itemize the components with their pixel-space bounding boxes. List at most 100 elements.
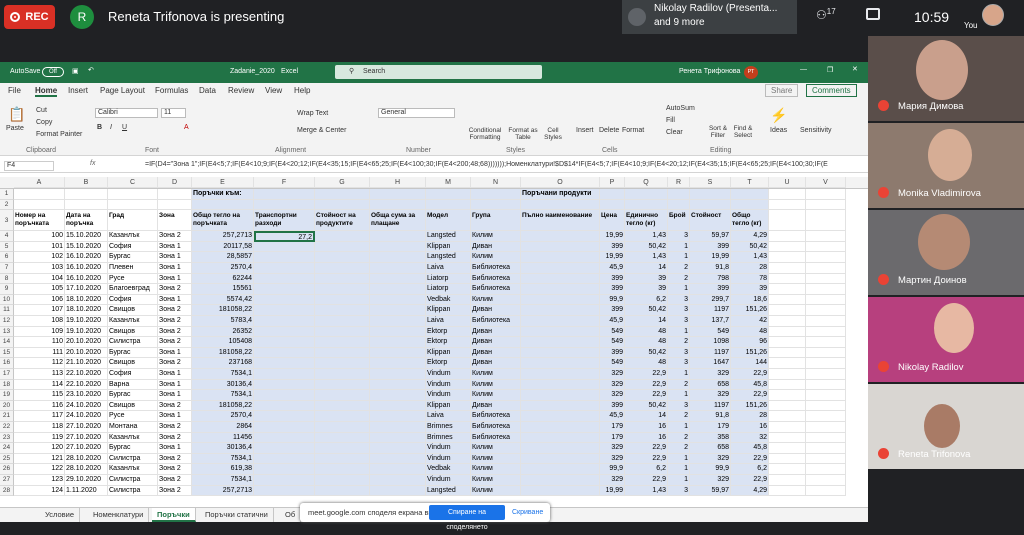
cell-s[interactable]: 798 xyxy=(690,273,731,285)
cell-h[interactable] xyxy=(370,231,426,242)
cell-n[interactable]: Диван xyxy=(471,358,521,369)
cell-g[interactable] xyxy=(315,305,370,316)
cell-b[interactable]: 18.10.2020 xyxy=(65,294,108,306)
column-header[interactable]: N xyxy=(471,177,521,188)
spreadsheet-grid[interactable]: 1 Поръчки към: Поръчани продукти 2 3 Номер на… xyxy=(0,189,868,507)
cell-r[interactable]: 2 xyxy=(668,379,690,391)
cell-a[interactable]: 114 xyxy=(14,379,65,391)
cell-d[interactable]: Зона 2 xyxy=(158,475,192,486)
cell-s[interactable]: 1098 xyxy=(690,337,731,348)
cell-f[interactable] xyxy=(254,189,315,200)
cell-e[interactable]: 7534,1 xyxy=(192,369,254,380)
italic-button[interactable]: I xyxy=(110,124,112,131)
cell-c[interactable]: Русе xyxy=(108,273,158,285)
save-icon[interactable]: ▣ xyxy=(72,67,79,75)
cell-t[interactable]: 50,42 xyxy=(731,241,769,253)
cell-r[interactable]: Брой xyxy=(668,210,690,232)
cell-p[interactable]: 179 xyxy=(600,432,625,444)
cell-c[interactable]: Казанлък xyxy=(108,231,158,242)
cell-m[interactable]: Ektorp xyxy=(426,337,471,348)
cell-g[interactable] xyxy=(315,199,370,211)
cell-v[interactable] xyxy=(806,231,846,242)
sheet-tab-nomenklaturi[interactable]: Номенклатури xyxy=(88,508,150,522)
cell-u[interactable] xyxy=(769,369,806,380)
cell-h[interactable] xyxy=(370,263,426,274)
cell-t[interactable]: 22,9 xyxy=(731,369,769,380)
sheet-tab-more[interactable]: Об xyxy=(280,508,302,522)
cell-p[interactable]: 549 xyxy=(600,337,625,348)
participant-tile[interactable]: Мартин Доинов xyxy=(868,210,1024,295)
cell-n[interactable]: Библиотека xyxy=(471,273,521,285)
cell-u[interactable] xyxy=(769,263,806,274)
cell-b[interactable]: 28.10.2020 xyxy=(65,453,108,465)
cell-o[interactable] xyxy=(521,284,600,295)
tab-page-layout[interactable]: Page Layout xyxy=(100,86,145,95)
cell-m[interactable]: Vindum xyxy=(426,390,471,401)
cell-b[interactable]: 27.10.2020 xyxy=(65,443,108,454)
cell-b[interactable]: 19.10.2020 xyxy=(65,326,108,338)
cell-o[interactable] xyxy=(521,326,600,338)
row-header[interactable]: 8 xyxy=(0,273,14,285)
cell-s[interactable]: 1197 xyxy=(690,305,731,316)
cell-t[interactable]: 151,26 xyxy=(731,305,769,316)
cell-t[interactable]: 28 xyxy=(731,411,769,422)
format-as-table-button[interactable]: Format as Table xyxy=(506,127,540,141)
cell-h[interactable] xyxy=(370,369,426,380)
selected-cell-f4[interactable]: 27,2 xyxy=(254,231,315,242)
cell-a[interactable]: 115 xyxy=(14,390,65,401)
cell-p[interactable]: 99,9 xyxy=(600,294,625,306)
cell-u[interactable] xyxy=(769,284,806,295)
cell-m[interactable] xyxy=(426,189,471,200)
cell-o[interactable] xyxy=(521,316,600,327)
cell-t[interactable] xyxy=(731,199,769,211)
cell-v[interactable] xyxy=(806,411,846,422)
cell-u[interactable] xyxy=(769,294,806,306)
fx-icon[interactable]: fx xyxy=(90,160,95,167)
cell-e[interactable]: 237168 xyxy=(192,358,254,369)
cell-g[interactable] xyxy=(315,231,370,242)
cell-q[interactable]: 48 xyxy=(625,326,668,338)
cell-m[interactable]: Klippan xyxy=(426,305,471,316)
cell-n[interactable]: Килим xyxy=(471,475,521,486)
cell-g[interactable] xyxy=(315,443,370,454)
row-header[interactable]: 19 xyxy=(0,390,14,401)
font-name-select[interactable]: Calibri xyxy=(95,108,158,118)
cell-q[interactable]: 22,9 xyxy=(625,390,668,401)
cell-d[interactable]: Зона xyxy=(158,210,192,232)
cell-o[interactable] xyxy=(521,464,600,475)
cell-f[interactable] xyxy=(254,464,315,475)
cell-u[interactable] xyxy=(769,316,806,327)
participant-tile[interactable]: Monika Vladimirova xyxy=(868,123,1024,208)
row-header[interactable]: 12 xyxy=(0,316,14,327)
sheet-tab-porachki-statichni[interactable]: Поръчки статични xyxy=(200,508,274,522)
cell-h[interactable] xyxy=(370,347,426,359)
cell-p[interactable]: 19,99 xyxy=(600,485,625,497)
cell-q[interactable] xyxy=(625,199,668,211)
cell-d[interactable]: Зона 2 xyxy=(158,337,192,348)
self-avatar[interactable] xyxy=(982,4,1004,26)
cell-c[interactable]: Бургас xyxy=(108,347,158,359)
cell-d[interactable] xyxy=(158,189,192,200)
tab-view[interactable]: View xyxy=(265,86,282,95)
cell-n[interactable]: Диван xyxy=(471,305,521,316)
cell-h[interactable] xyxy=(370,284,426,295)
conditional-formatting-button[interactable]: Conditional Formatting xyxy=(465,127,505,141)
cell-t[interactable]: 22,9 xyxy=(731,390,769,401)
cell-h[interactable] xyxy=(370,411,426,422)
cell-c[interactable] xyxy=(108,199,158,211)
cell-m[interactable]: Klippan xyxy=(426,241,471,253)
cell-m[interactable]: Vindum xyxy=(426,443,471,454)
cell-d[interactable]: Зона 2 xyxy=(158,316,192,327)
cell-o[interactable] xyxy=(521,411,600,422)
cell-d[interactable]: Зона 1 xyxy=(158,443,192,454)
cell-t[interactable]: 22,9 xyxy=(731,453,769,465)
cell-m[interactable]: Vindum xyxy=(426,475,471,486)
cell-f[interactable] xyxy=(254,252,315,263)
cell-b[interactable] xyxy=(65,199,108,211)
cell-v[interactable] xyxy=(806,305,846,316)
cell-o[interactable] xyxy=(521,432,600,444)
row-header[interactable]: 1 xyxy=(0,189,14,200)
cell-e[interactable] xyxy=(192,199,254,211)
cell-f[interactable] xyxy=(254,326,315,338)
cell-n[interactable] xyxy=(471,199,521,211)
